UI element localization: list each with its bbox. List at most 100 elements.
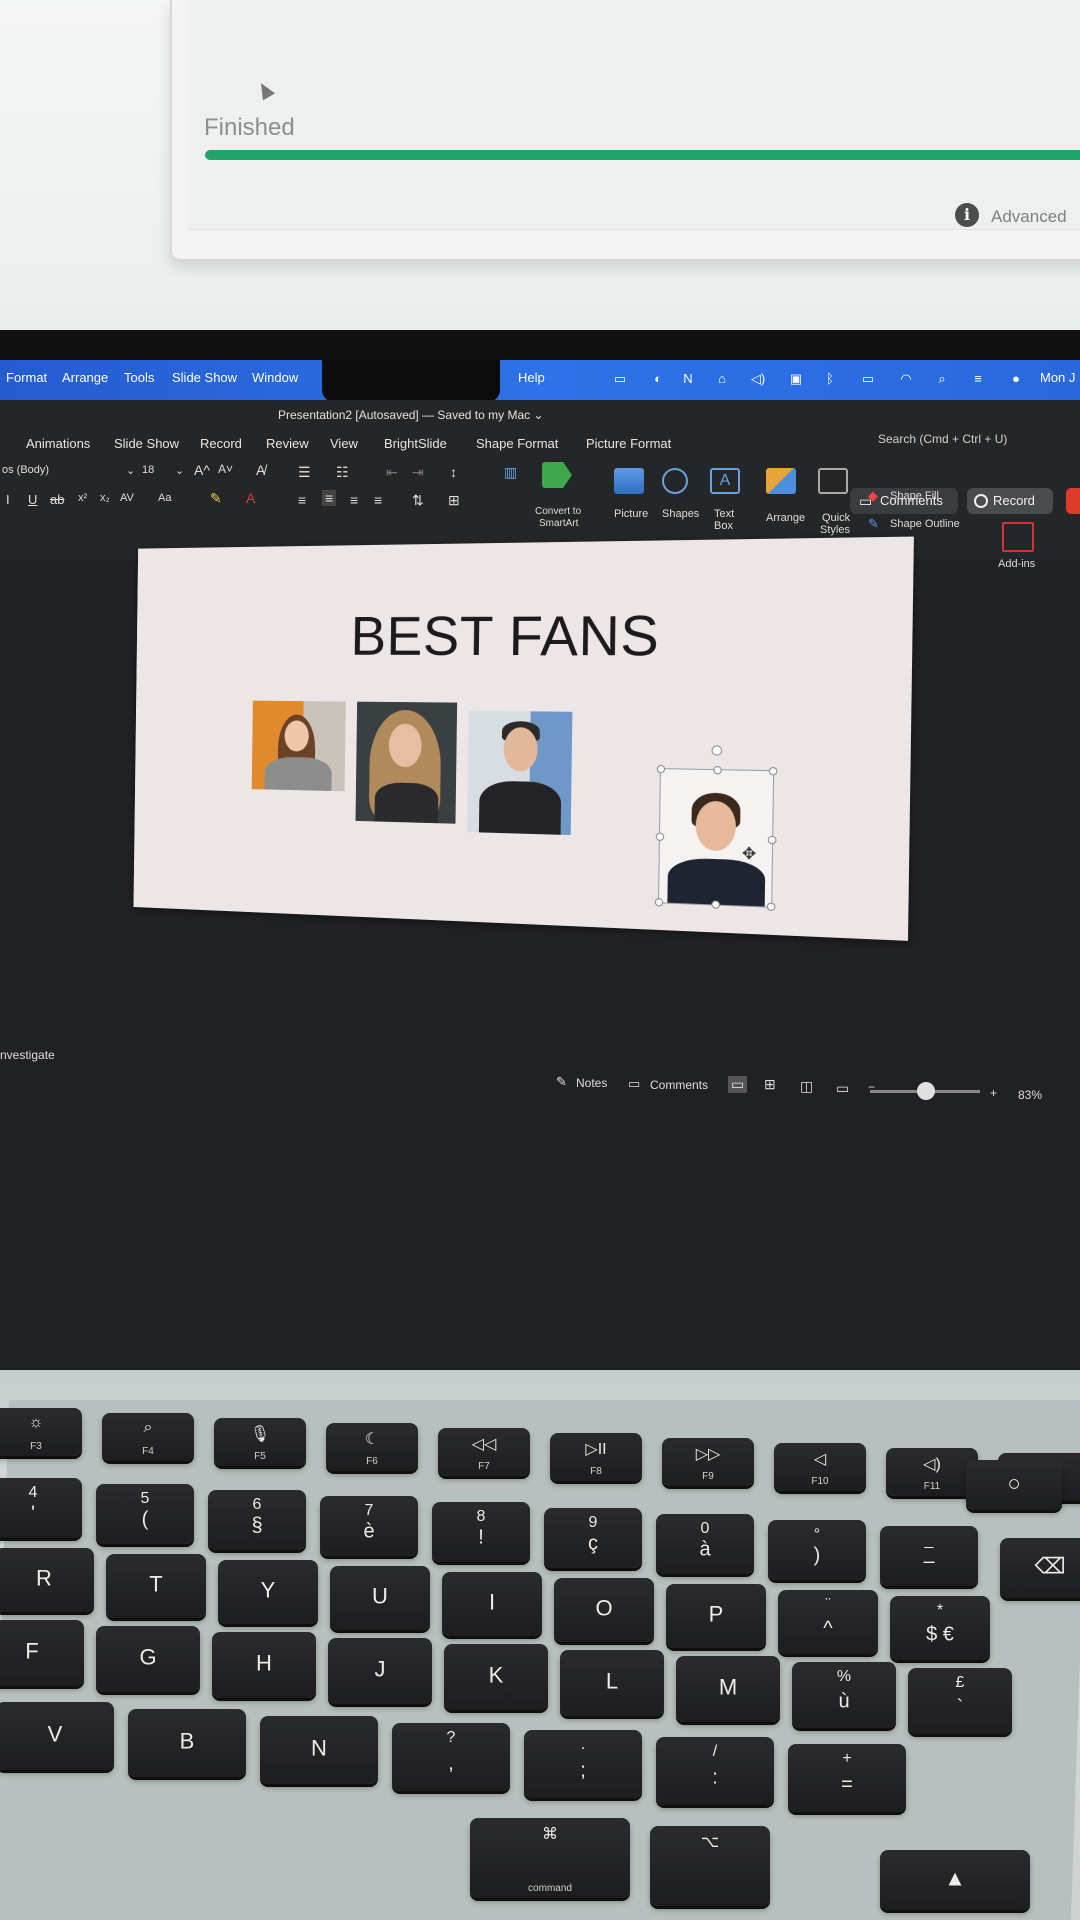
menu-format[interactable]: Format — [6, 370, 47, 385]
zoom-in-icon[interactable]: + — [990, 1086, 997, 1100]
function-key[interactable]: 🎙 F5 — [214, 1418, 306, 1466]
justify-icon[interactable]: ≡ — [374, 492, 382, 508]
shape-outline-dropdown[interactable]: Shape Outline — [890, 518, 960, 530]
arrange-icon[interactable] — [766, 468, 796, 494]
letter-key[interactable]: G — [96, 1626, 200, 1692]
rotate-handle[interactable] — [711, 745, 722, 756]
chevron-down-icon[interactable]: ⌄ — [126, 464, 135, 477]
selected-fan-photo-4[interactable]: ✥ — [658, 768, 774, 908]
fan-photo-2[interactable] — [356, 702, 458, 824]
number-key[interactable]: _ – — [880, 1526, 978, 1586]
ribbon-search-input[interactable]: Search (Cmd + Ctrl + U) — [878, 432, 1007, 446]
clear-format-icon[interactable]: A̸ — [256, 462, 265, 478]
share-button[interactable] — [1066, 488, 1080, 514]
siri-icon[interactable]: ● — [1008, 371, 1024, 387]
resize-handle[interactable] — [657, 765, 665, 773]
letter-key[interactable]: £ ` — [908, 1668, 1012, 1734]
decrease-indent-icon[interactable]: ⇤ — [386, 464, 398, 481]
text-box-icon[interactable]: A — [710, 468, 740, 494]
numbering-icon[interactable]: ☷ — [336, 464, 349, 481]
letter-key[interactable]: L — [560, 1650, 664, 1716]
number-key[interactable]: 5( — [96, 1484, 194, 1544]
smartart-icon[interactable] — [542, 462, 572, 488]
menu-window[interactable]: Window — [252, 370, 298, 385]
align-left-icon[interactable]: ≡ — [298, 492, 306, 508]
record-button[interactable]: Record — [967, 488, 1053, 514]
strikethrough-icon[interactable]: ab — [50, 492, 64, 507]
number-key[interactable]: 8! — [432, 1502, 530, 1562]
number-key[interactable]: 4 ' — [0, 1478, 82, 1538]
tab-record[interactable]: Record — [200, 436, 242, 451]
letter-key[interactable]: ¨ ^ — [778, 1590, 878, 1654]
chevron-down-icon[interactable]: ⌄ — [175, 464, 184, 477]
letter-key[interactable]: O — [554, 1578, 654, 1642]
letter-key[interactable]: J — [328, 1638, 432, 1704]
slide-sorter-icon[interactable]: ⊞ — [764, 1076, 776, 1093]
picture-icon[interactable] — [614, 468, 644, 494]
resize-handle[interactable] — [767, 902, 776, 911]
touch-id-key[interactable]: ○ — [966, 1460, 1062, 1510]
command-key[interactable]: ⌘ command — [470, 1818, 630, 1898]
font-name-dropdown[interactable]: os (Body) — [2, 464, 49, 476]
spotlight-search-icon[interactable]: ⌕ — [934, 371, 950, 387]
shape-outline-icon[interactable]: ✎ — [868, 516, 879, 532]
info-icon[interactable]: i — [955, 203, 979, 227]
function-key[interactable]: ⌕ F4 — [102, 1413, 194, 1461]
resize-handle[interactable] — [711, 900, 720, 909]
function-key[interactable]: ◁ F10 — [774, 1443, 866, 1491]
resize-handle[interactable] — [769, 767, 778, 776]
letter-key[interactable]: U — [330, 1566, 430, 1630]
resize-handle[interactable] — [655, 898, 663, 907]
menu-slide-show[interactable]: Slide Show — [172, 370, 237, 385]
normal-view-icon[interactable]: ▭ — [728, 1076, 747, 1093]
align-right-icon[interactable]: ≡ — [350, 492, 358, 508]
number-key[interactable]: 0à — [656, 1514, 754, 1574]
zoom-slider-thumb[interactable] — [917, 1082, 935, 1100]
menu-arrange[interactable]: Arrange — [62, 370, 108, 385]
screen-record-icon[interactable]: ▭ — [612, 371, 628, 387]
letter-key[interactable]: Y — [218, 1560, 318, 1624]
line-spacing-icon[interactable]: ↕ — [450, 464, 457, 480]
character-spacing-icon[interactable]: AV — [120, 492, 134, 504]
status-comments-button[interactable]: Comments — [650, 1078, 708, 1092]
shape-fill-icon[interactable]: ◆ — [868, 488, 878, 504]
letter-key[interactable]: % ù — [792, 1662, 896, 1728]
letter-key[interactable]: V — [0, 1702, 114, 1770]
increase-indent-icon[interactable]: ⇥ — [412, 464, 424, 481]
slide-canvas[interactable]: BEST FANS ✥ — [133, 537, 913, 941]
letter-key[interactable]: P — [666, 1584, 766, 1648]
function-key[interactable]: ☼ F3 — [0, 1408, 82, 1456]
highlight-color-icon[interactable]: ✎ — [210, 490, 222, 507]
tab-picture-format[interactable]: Picture Format — [586, 436, 671, 451]
zoom-level[interactable]: 83% — [1018, 1088, 1042, 1102]
letter-key[interactable]: /: — [656, 1737, 774, 1805]
app-status-icon[interactable]: ◐ — [650, 371, 666, 387]
battery-icon[interactable]: ▭ — [856, 371, 880, 387]
tab-brightslide[interactable]: BrightSlide — [384, 436, 447, 451]
letter-key[interactable]: M — [676, 1656, 780, 1722]
volume-icon[interactable]: ◁) — [750, 371, 766, 387]
fan-photo-3[interactable] — [467, 711, 572, 835]
resize-handle[interactable] — [713, 766, 722, 774]
bluetooth-icon[interactable]: ᛒ — [822, 371, 838, 387]
columns-icon[interactable]: ▥ — [504, 464, 517, 481]
arrow-up-key[interactable]: ▲ — [880, 1850, 1030, 1910]
tab-shape-format[interactable]: Shape Format — [476, 436, 558, 451]
notes-icon[interactable]: ✎ — [556, 1074, 567, 1090]
shapes-icon[interactable] — [662, 468, 688, 494]
change-case-icon[interactable]: Aa — [158, 492, 171, 504]
number-key[interactable]: 7è — [320, 1496, 418, 1556]
letter-key[interactable]: I — [442, 1572, 542, 1636]
letter-key[interactable]: B — [128, 1709, 246, 1777]
delete-key[interactable]: ⌫ — [1000, 1538, 1080, 1598]
number-key[interactable]: 6 § — [208, 1490, 306, 1550]
increase-font-icon[interactable]: A^ — [194, 462, 210, 478]
function-key[interactable]: ▷II F8 — [550, 1433, 642, 1481]
reading-view-icon[interactable]: ◫ — [800, 1078, 813, 1095]
tab-slide-show[interactable]: Slide Show — [114, 436, 179, 451]
function-key[interactable]: ◁) F11 — [886, 1448, 978, 1496]
superscript-icon[interactable]: x² — [78, 492, 87, 504]
advanced-link[interactable]: Advanced — [991, 207, 1067, 227]
letter-key[interactable]: H — [212, 1632, 316, 1698]
letter-key[interactable]: K — [444, 1644, 548, 1710]
